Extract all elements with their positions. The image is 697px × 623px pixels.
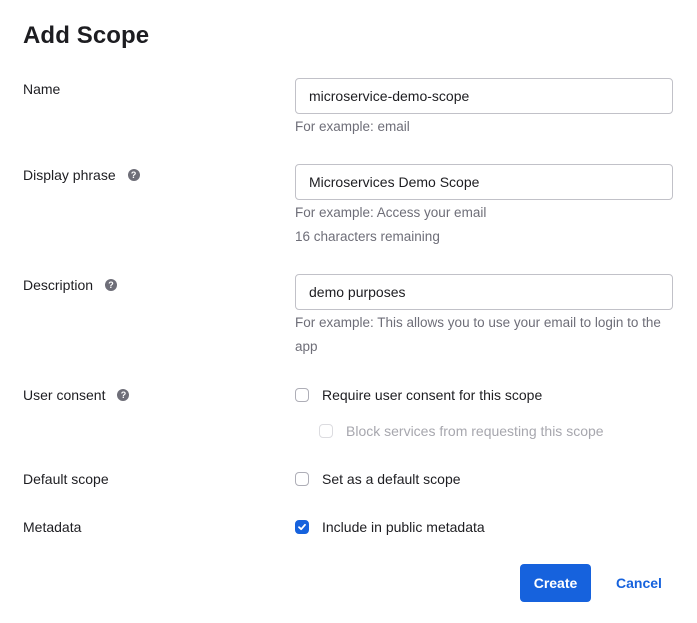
display-phrase-input[interactable] bbox=[295, 164, 673, 200]
question-circle-icon[interactable]: ? bbox=[105, 279, 118, 291]
create-button[interactable]: Create bbox=[520, 564, 591, 602]
display-phrase-hint: For example: Access your email bbox=[295, 205, 487, 220]
display-phrase-label: Display phrase ? bbox=[23, 167, 140, 183]
question-circle-icon[interactable]: ? bbox=[117, 389, 130, 401]
metadata-label: Metadata bbox=[23, 519, 81, 535]
user-consent-label: User consent ? bbox=[23, 387, 130, 403]
description-label-text: Description bbox=[23, 277, 94, 293]
default-scope-option[interactable]: Set as a default scope bbox=[295, 471, 461, 487]
display-phrase-char-counter: 16 characters remaining bbox=[295, 229, 440, 244]
name-hint: For example: email bbox=[295, 119, 410, 134]
require-consent-checkbox[interactable] bbox=[295, 388, 309, 402]
public-metadata-option[interactable]: Include in public metadata bbox=[295, 519, 485, 535]
default-scope-label: Default scope bbox=[23, 471, 109, 487]
public-metadata-checkbox[interactable] bbox=[295, 520, 309, 534]
cancel-button[interactable]: Cancel bbox=[608, 564, 670, 602]
block-services-label: Block services from requesting this scop… bbox=[346, 423, 604, 439]
description-hint: For example: This allows you to use your… bbox=[295, 315, 661, 354]
metadata-label-text: Metadata bbox=[23, 519, 82, 535]
default-scope-option-label: Set as a default scope bbox=[322, 471, 461, 487]
block-services-checkbox bbox=[319, 424, 333, 438]
require-consent-label: Require user consent for this scope bbox=[322, 387, 543, 403]
require-consent-option[interactable]: Require user consent for this scope bbox=[295, 387, 542, 403]
default-scope-checkbox[interactable] bbox=[295, 472, 309, 486]
name-label: Name bbox=[23, 81, 60, 97]
display-phrase-label-text: Display phrase bbox=[23, 167, 116, 183]
description-input[interactable] bbox=[295, 274, 673, 310]
checkmark-icon bbox=[298, 523, 306, 531]
name-input[interactable] bbox=[295, 78, 673, 114]
block-services-option: Block services from requesting this scop… bbox=[319, 423, 604, 439]
default-scope-label-text: Default scope bbox=[23, 471, 109, 487]
public-metadata-label: Include in public metadata bbox=[322, 519, 485, 535]
question-circle-icon[interactable]: ? bbox=[127, 169, 140, 181]
description-label: Description ? bbox=[23, 277, 118, 293]
user-consent-label-text: User consent bbox=[23, 387, 106, 403]
page-title: Add Scope bbox=[23, 22, 150, 49]
name-label-text: Name bbox=[23, 81, 61, 97]
